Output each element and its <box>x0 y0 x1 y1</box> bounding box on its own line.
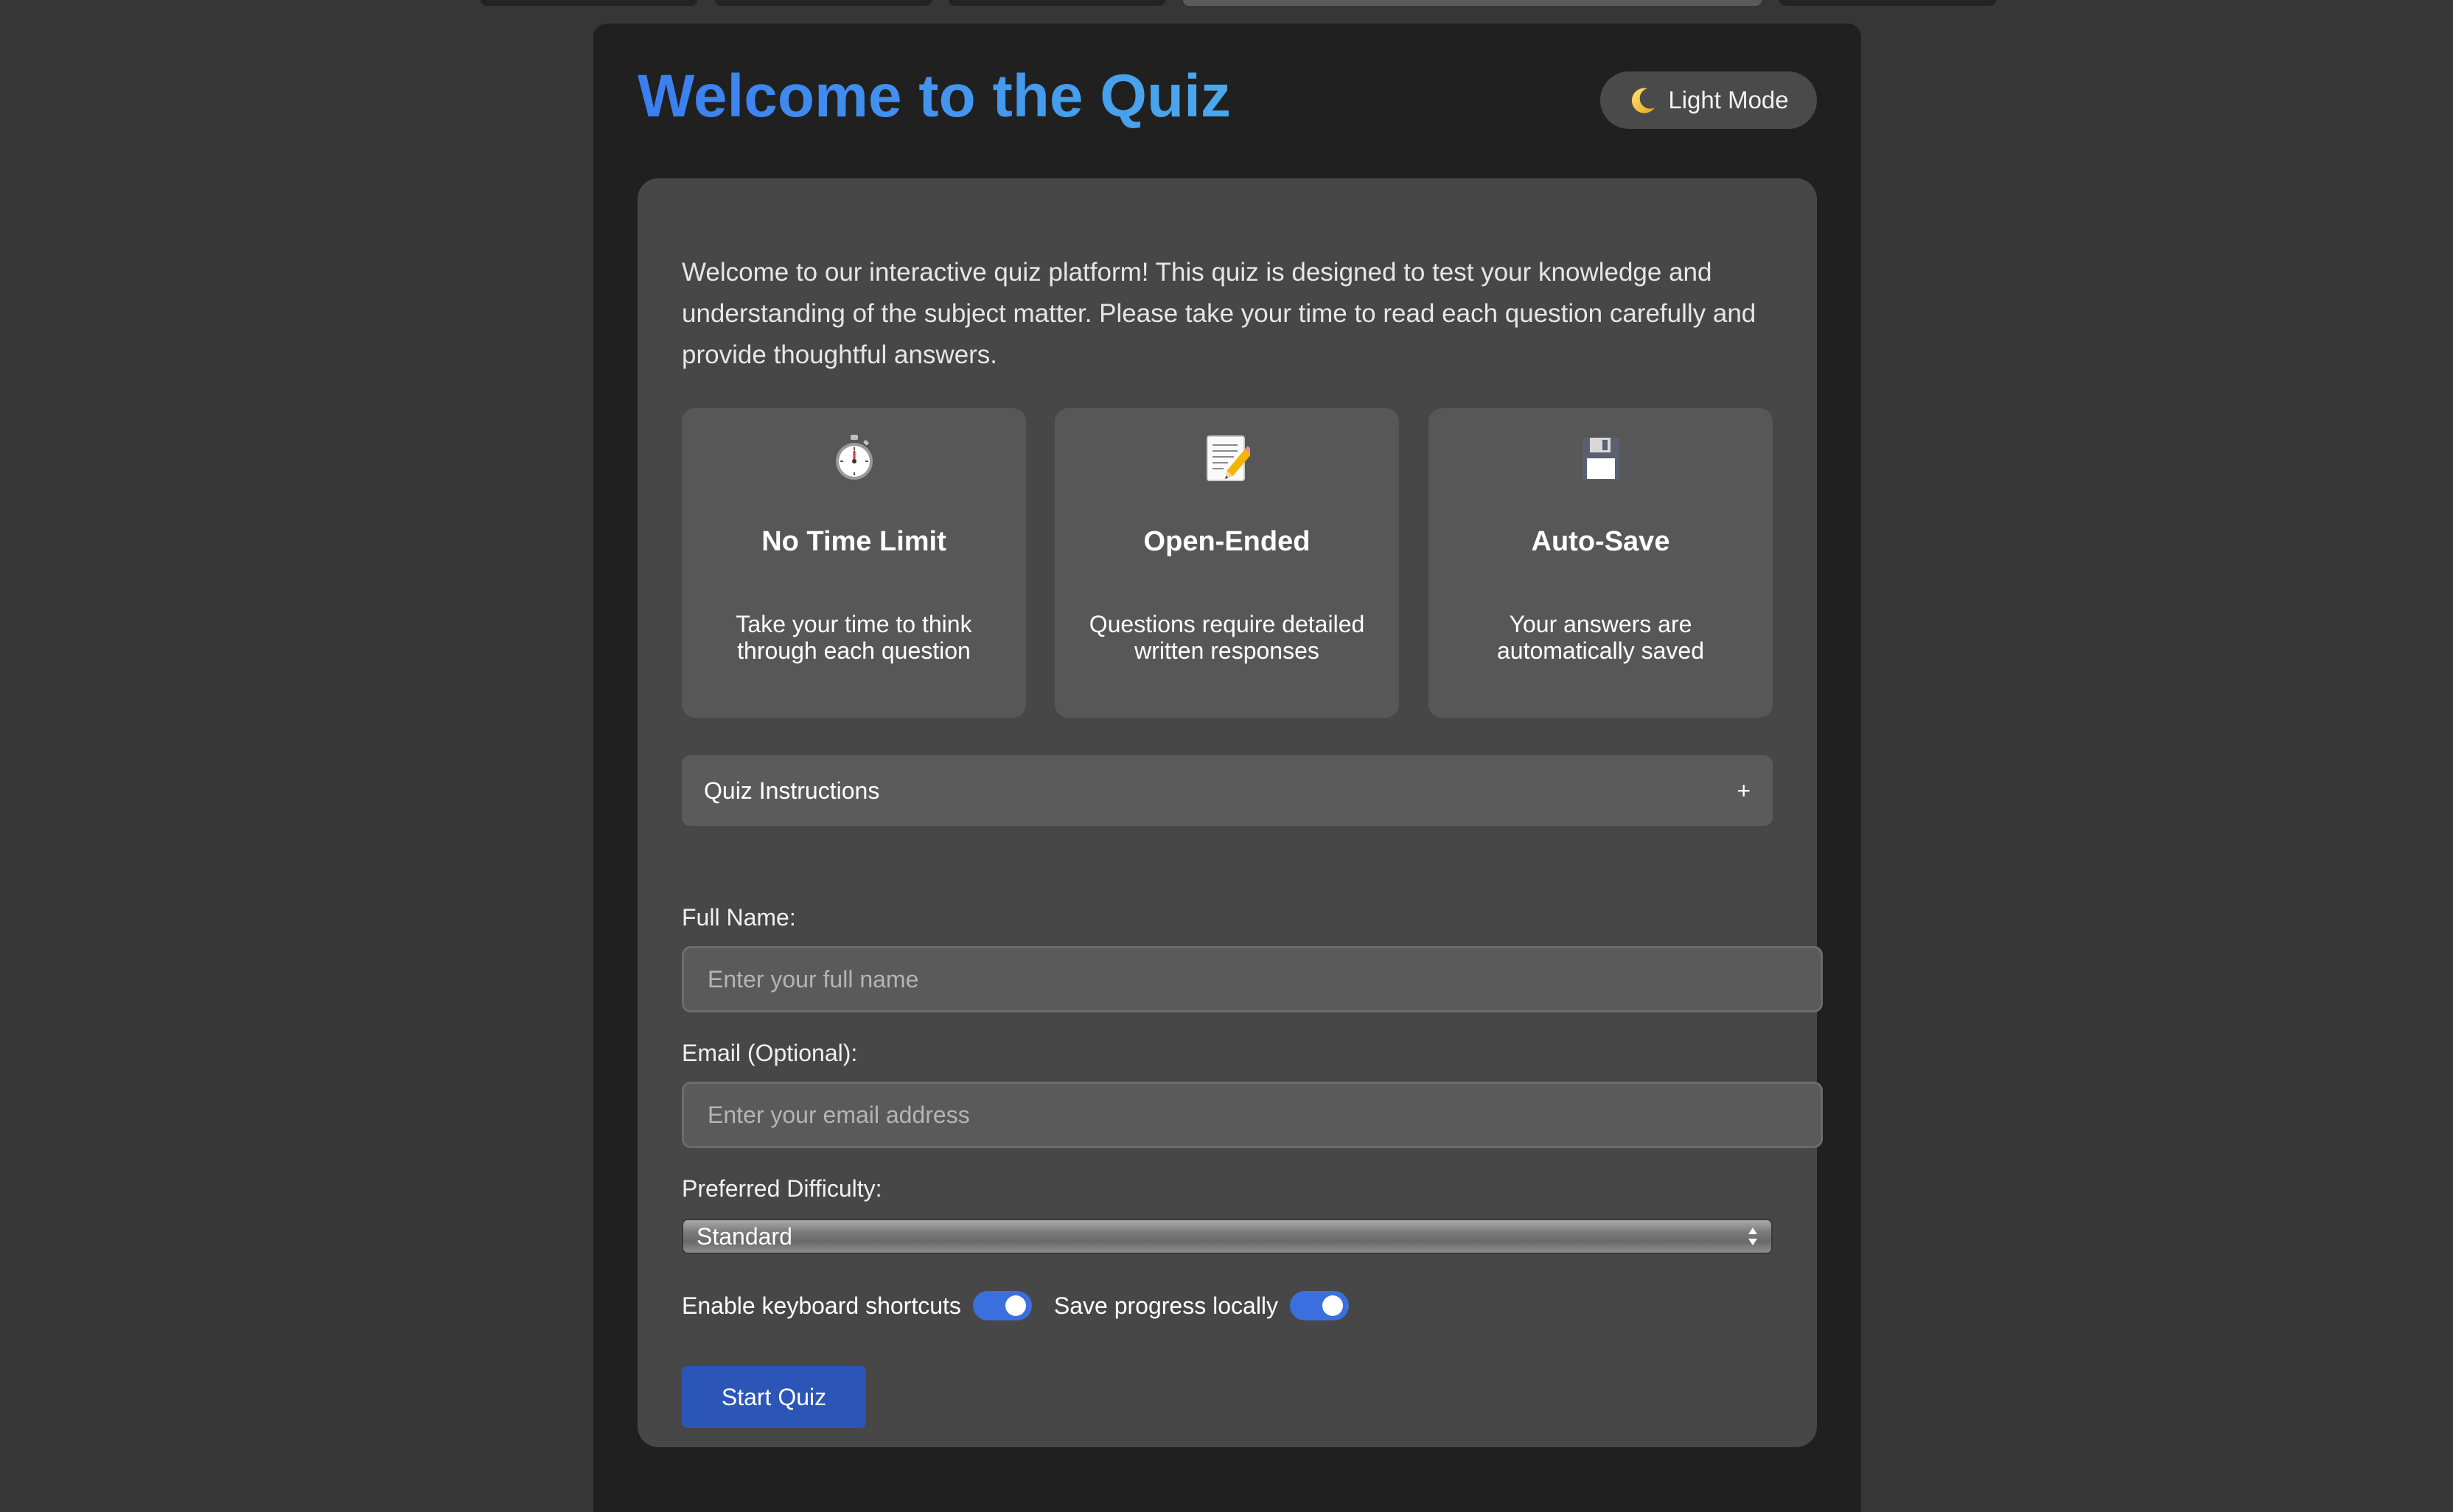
keyboard-shortcuts-toggle[interactable] <box>972 1291 1032 1320</box>
feature-title: Open-Ended <box>1143 526 1311 557</box>
memo-icon <box>1055 433 1399 485</box>
moon-icon <box>1628 85 1658 115</box>
toggle-knob <box>1322 1295 1344 1316</box>
feature-card: Auto-Save Your answers are automatically… <box>1428 408 1773 718</box>
tab[interactable] <box>1779 0 1996 6</box>
save-progress-toggle[interactable] <box>1290 1291 1350 1320</box>
keyboard-shortcuts-label: Enable keyboard shortcuts <box>682 1292 961 1319</box>
feature-card: Open-Ended Questions require detailed wr… <box>1055 408 1399 718</box>
select-arrows-icon <box>1746 1225 1759 1247</box>
feature-list: No Time Limit Take your time to think th… <box>682 408 1773 718</box>
difficulty-select[interactable]: Standard <box>682 1219 1773 1254</box>
difficulty-label: Preferred Difficulty: <box>682 1175 882 1202</box>
theme-toggle-label: Light Mode <box>1668 86 1789 113</box>
tab[interactable] <box>949 0 1165 6</box>
full-name-input[interactable] <box>682 946 1823 1012</box>
feature-card: No Time Limit Take your time to think th… <box>682 408 1026 718</box>
toggle-knob <box>1005 1295 1026 1316</box>
feature-description: Questions require detailed written respo… <box>1089 611 1365 664</box>
email-label: Email (Optional): <box>682 1040 858 1066</box>
intro-text: Welcome to our interactive quiz platform… <box>682 258 1756 369</box>
options-row: Enable keyboard shortcuts Save progress … <box>682 1284 1371 1328</box>
start-quiz-button[interactable]: Start Quiz <box>682 1366 866 1428</box>
email-input[interactable] <box>682 1082 1823 1148</box>
top-tab-strip <box>0 0 2453 7</box>
feature-description: Take your time to think through each que… <box>736 611 972 664</box>
feature-title: Auto-Save <box>1531 526 1670 557</box>
tab-active[interactable] <box>1183 0 1762 6</box>
quiz-container: Welcome to the Quiz Light Mode Welcome t… <box>593 24 1861 1512</box>
feature-description: Your answers are automatically saved <box>1496 611 1705 664</box>
difficulty-selected-value: Standard <box>697 1222 792 1250</box>
full-name-label: Full Name: <box>682 904 796 931</box>
tab[interactable] <box>481 0 697 6</box>
save-progress-label: Save progress locally <box>1053 1292 1279 1319</box>
feature-title: No Time Limit <box>761 526 946 557</box>
tab[interactable] <box>715 0 932 6</box>
floppy-disk-icon <box>1428 433 1773 485</box>
page-title: Welcome to the Quiz <box>638 62 1231 131</box>
stopwatch-icon <box>682 433 1026 485</box>
expand-icon: + <box>1737 777 1751 804</box>
theme-toggle-button[interactable]: Light Mode <box>1600 71 1817 129</box>
quiz-intro-card: Welcome to our interactive quiz platform… <box>638 178 1823 1447</box>
quiz-instructions-label: Quiz Instructions <box>704 777 880 804</box>
quiz-instructions-toggle[interactable]: Quiz Instructions + <box>682 755 1773 826</box>
